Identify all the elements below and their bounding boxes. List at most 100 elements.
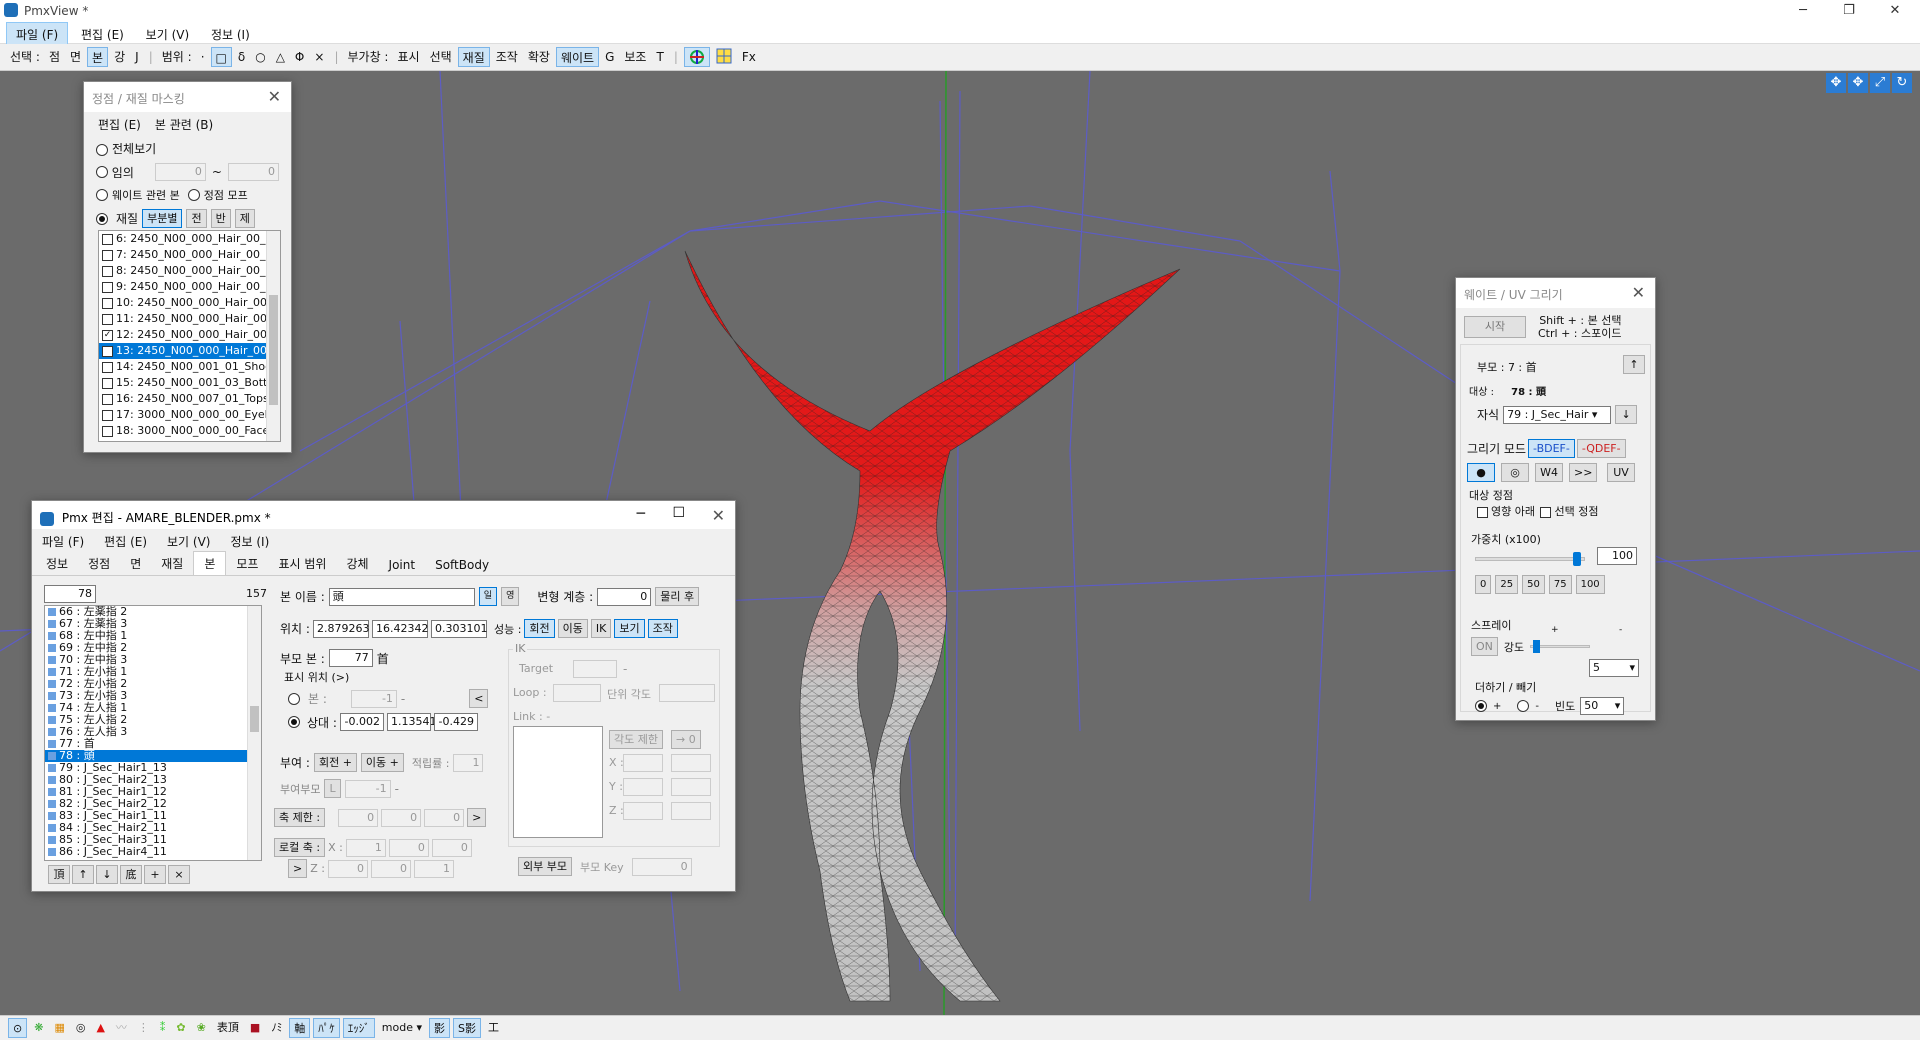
material-item[interactable]: 17: 3000_N00_000_00_Eyeli bbox=[99, 407, 280, 423]
radio-vertex-morph[interactable] bbox=[187, 189, 200, 201]
delete-bone-button[interactable]: × bbox=[168, 865, 190, 884]
mode-w4-button[interactable]: W4 bbox=[1535, 463, 1563, 482]
pmx-menu-file[interactable]: 파일 (F) bbox=[42, 533, 84, 550]
material-checkbox[interactable] bbox=[102, 249, 113, 261]
brush-solid-icon[interactable]: ● bbox=[1467, 463, 1495, 482]
rel-y-input[interactable]: 1.13541 bbox=[386, 713, 436, 731]
rotate-icon[interactable]: ↻ bbox=[1892, 73, 1912, 93]
select-bone[interactable]: 본 bbox=[87, 47, 109, 67]
radio-add[interactable] bbox=[1475, 700, 1487, 712]
material-checkbox[interactable] bbox=[102, 377, 113, 389]
axis-limit-arrow[interactable]: > bbox=[467, 808, 487, 827]
local-x2-input[interactable]: 0 bbox=[388, 838, 429, 857]
bone-index-input[interactable]: 78 bbox=[44, 585, 96, 603]
parent-up-button[interactable]: ↑ bbox=[1623, 355, 1645, 374]
perf-rotate-button[interactable]: 회전 bbox=[524, 619, 555, 638]
close-icon[interactable]: ✕ bbox=[1632, 283, 1645, 302]
deform-input[interactable]: 0 bbox=[597, 587, 652, 606]
axis-z-input[interactable]: 0 bbox=[424, 808, 465, 827]
range-rect[interactable]: □ bbox=[210, 47, 232, 67]
material-item[interactable]: 8: 2450_N00_000_Hair_00_H bbox=[99, 263, 280, 279]
axis-limit-button[interactable]: 축 제한 : bbox=[274, 808, 326, 827]
local-z2-input[interactable]: 0 bbox=[370, 859, 411, 878]
bottom-edge-button[interactable]: ｴｯｼﾞ bbox=[342, 1018, 375, 1038]
range-lasso[interactable]: δ bbox=[234, 47, 249, 67]
pos-x-input[interactable]: 2.879263 bbox=[312, 619, 369, 638]
close-icon[interactable]: ✕ bbox=[712, 506, 725, 525]
ik-x-min[interactable] bbox=[623, 754, 663, 772]
material-list[interactable]: 6: 2450_N00_000_Hair_00_H 7: 2450_N00_000… bbox=[98, 230, 281, 442]
invert-button[interactable]: 반 bbox=[210, 209, 231, 228]
name-jp-button[interactable]: 일 bbox=[478, 587, 498, 606]
to-zero-button[interactable]: → 0 bbox=[671, 730, 701, 749]
ik-y-max[interactable] bbox=[671, 778, 711, 796]
close-icon[interactable]: ✕ bbox=[268, 87, 281, 106]
extra-g[interactable]: G bbox=[601, 47, 618, 67]
mode-uv-button[interactable]: UV bbox=[1607, 463, 1635, 482]
material-checkbox[interactable] bbox=[102, 361, 113, 373]
select-rigid[interactable]: 강 bbox=[110, 47, 129, 67]
local-z1-input[interactable]: 0 bbox=[327, 859, 368, 878]
ext-parent-button[interactable]: 외부 부모 bbox=[518, 857, 572, 876]
material-item[interactable]: 10: 2450_N00_000_Hair_00_ bbox=[99, 295, 280, 311]
range-triangle[interactable]: △ bbox=[272, 47, 289, 67]
material-item[interactable]: 11: 2450_N00_000_Hair_00_ bbox=[99, 311, 280, 327]
select-face[interactable]: 면 bbox=[66, 47, 85, 67]
pan-icon[interactable]: ✥ bbox=[1826, 73, 1846, 93]
radio-display-relative[interactable] bbox=[288, 716, 300, 728]
zoom-icon[interactable]: ⤢ bbox=[1870, 73, 1890, 93]
extra-material[interactable]: 재질 bbox=[457, 47, 490, 67]
rel-z-input[interactable]: -0.429 bbox=[433, 713, 478, 731]
selected-vertex-checkbox[interactable] bbox=[1540, 506, 1552, 518]
bdef-button[interactable]: -BDEF- bbox=[1528, 439, 1575, 458]
material-checkbox[interactable] bbox=[102, 297, 113, 309]
name-en-button[interactable]: 영 bbox=[501, 587, 520, 606]
weight-slider[interactable] bbox=[1475, 552, 1585, 566]
material-item[interactable]: 9: 2450_N00_000_Hair_00_H bbox=[99, 279, 280, 295]
maximize-button[interactable]: ☐ bbox=[672, 505, 685, 521]
bottom-circle-icon[interactable]: ◎ bbox=[72, 1018, 90, 1038]
pmx-menu-view[interactable]: 보기 (V) bbox=[167, 533, 210, 550]
range-phi[interactable]: Φ bbox=[291, 47, 308, 67]
bottom-drop-icon[interactable]: ✿ bbox=[172, 1018, 189, 1038]
pos-y-input[interactable]: 16.42342 bbox=[371, 619, 428, 638]
maximize-button[interactable]: ❐ bbox=[1826, 0, 1872, 22]
extra-aux[interactable]: 보조 bbox=[620, 47, 650, 67]
bottom-dotted-icon[interactable]: ⋮ bbox=[134, 1018, 153, 1038]
tab-material[interactable]: 재질 bbox=[151, 552, 193, 575]
preset-0[interactable]: 0 bbox=[1475, 575, 1492, 594]
after-physics-button[interactable]: 물리 후 bbox=[655, 587, 700, 606]
crosshair-icon[interactable] bbox=[683, 47, 710, 67]
move-top-button[interactable]: 頂 bbox=[48, 865, 70, 884]
ik-link-list[interactable] bbox=[513, 726, 603, 838]
material-checkbox[interactable]: ✓ bbox=[102, 329, 113, 341]
qdef-button[interactable]: -QDEF- bbox=[1576, 439, 1626, 458]
material-item[interactable]: 18: 3000_N00_000_00_Face bbox=[99, 423, 280, 439]
arb-from-input[interactable]: 0 bbox=[154, 163, 206, 181]
radio-sub[interactable] bbox=[1517, 700, 1530, 712]
radio-weight-bone[interactable] bbox=[96, 189, 108, 201]
bottom-flower-icon[interactable]: ❀ bbox=[193, 1018, 210, 1038]
tab-softbody[interactable]: SoftBody bbox=[425, 555, 499, 575]
extra-control[interactable]: 조작 bbox=[492, 47, 522, 67]
local-z3-input[interactable]: 1 bbox=[413, 859, 454, 878]
tab-vertex[interactable]: 정점 bbox=[78, 552, 120, 575]
minimize-button[interactable]: ─ bbox=[1780, 0, 1826, 22]
preset-100[interactable]: 100 bbox=[1575, 575, 1605, 594]
grant-move-button[interactable]: 이동 + bbox=[360, 753, 404, 772]
bone-scrollbar[interactable] bbox=[247, 606, 261, 860]
bottom-bead-icon[interactable]: ⁑ bbox=[156, 1018, 170, 1038]
tab-display[interactable]: 표시 범위 bbox=[268, 552, 336, 575]
pmx-menu-info[interactable]: 정보 (I) bbox=[230, 533, 269, 550]
angle-limit-button[interactable]: 각도 제한 bbox=[609, 730, 663, 749]
radio-arbitrary[interactable] bbox=[96, 166, 108, 178]
range-circle[interactable]: ○ bbox=[251, 47, 269, 67]
perf-move-button[interactable]: 이동 bbox=[557, 619, 588, 638]
ik-x-max[interactable] bbox=[671, 754, 711, 772]
perf-show-button[interactable]: 보기 bbox=[614, 619, 645, 638]
material-checkbox[interactable] bbox=[102, 233, 113, 245]
bone-list[interactable]: 66 : 左薬指 2 67 : 左薬指 3 68 : 左中指 1 69 : 左中指 2… bbox=[44, 605, 262, 861]
radio-material[interactable] bbox=[96, 212, 108, 225]
all-button[interactable]: 전 bbox=[186, 209, 207, 228]
remove-button[interactable]: 제 bbox=[234, 209, 255, 228]
